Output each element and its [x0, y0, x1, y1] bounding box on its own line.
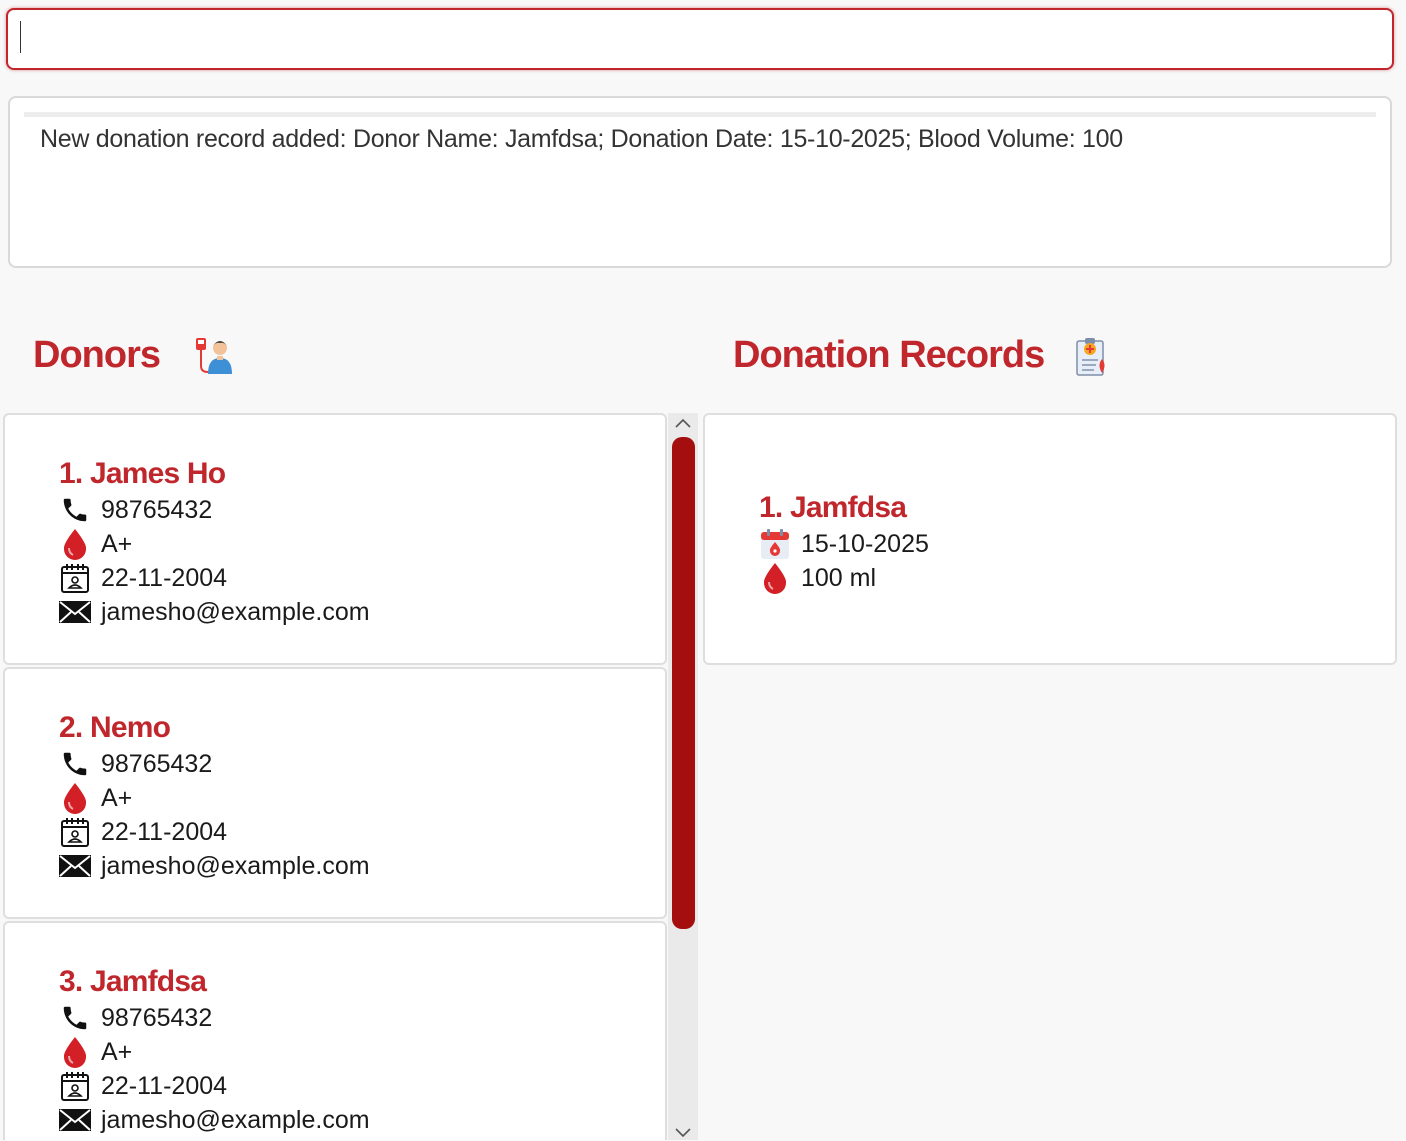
blood-type-text: A+: [101, 529, 133, 558]
blood-drop-icon: [59, 528, 91, 560]
donor-name: 3. Jamfdsa: [59, 965, 207, 998]
email-text: jamesho@example.com: [101, 1105, 370, 1134]
result-display: New donation record added: Donor Name: J…: [8, 96, 1392, 268]
command-input[interactable]: [6, 8, 1394, 70]
envelope-icon: [59, 1104, 91, 1136]
result-text-area[interactable]: New donation record added: Donor Name: J…: [24, 112, 1376, 250]
record-donor-name: 1. Jamfdsa: [759, 491, 907, 524]
blood-type-text: A+: [101, 783, 133, 812]
scroll-thumb[interactable]: [672, 437, 695, 929]
volume-text: 100 ml: [801, 563, 877, 592]
date-text: 15-10-2025: [801, 529, 929, 558]
calendar-person-icon: [59, 816, 91, 848]
result-message: New donation record added: Donor Name: J…: [40, 125, 1123, 153]
phone-text: 98765432: [101, 1003, 213, 1032]
blood-donor-icon: [194, 336, 236, 381]
blood-type-row: A+: [59, 781, 132, 815]
dob-text: 22-11-2004: [101, 1071, 228, 1100]
volume-row: 100 ml: [759, 561, 876, 595]
phone-icon: [59, 1002, 91, 1034]
donor-card[interactable]: 3. Jamfdsa 98765432 A+ 22-11-2004 jamesh…: [3, 921, 667, 1140]
text-caret: [20, 21, 21, 53]
email-row: jamesho@example.com: [59, 1103, 370, 1137]
donor-name: 1. James Ho: [59, 457, 226, 490]
blood-type-row: A+: [59, 527, 132, 561]
phone-icon: [59, 748, 91, 780]
scroll-down-icon[interactable]: [675, 1125, 691, 1141]
date-row: 15-10-2025: [759, 527, 929, 561]
blood-drop-icon: [59, 782, 91, 814]
envelope-icon: [59, 850, 91, 882]
records-title: Donation Records: [733, 334, 1045, 376]
email-row: jamesho@example.com: [59, 849, 370, 883]
phone-row: 98765432: [59, 1001, 212, 1035]
donor-card[interactable]: 2. Nemo 98765432 A+ 22-11-2004 jamesho@e…: [3, 667, 667, 919]
donor-name: 2. Nemo: [59, 711, 171, 744]
calendar-person-icon: [59, 1070, 91, 1102]
blood-drop-icon: [759, 562, 791, 594]
scroll-up-icon[interactable]: [675, 415, 691, 431]
calendar-blood-icon: [759, 528, 791, 560]
medical-record-icon: [1074, 335, 1110, 382]
phone-row: 98765432: [59, 747, 212, 781]
calendar-person-icon: [59, 562, 91, 594]
record-card[interactable]: 1. Jamfdsa 15-10-2025 100 ml: [703, 413, 1397, 665]
phone-text: 98765432: [101, 749, 213, 778]
dob-row: 22-11-2004: [59, 1069, 227, 1103]
phone-row: 98765432: [59, 493, 212, 527]
envelope-icon: [59, 596, 91, 628]
dob-row: 22-11-2004: [59, 815, 227, 849]
phone-icon: [59, 494, 91, 526]
donors-scrollbar[interactable]: [668, 413, 698, 1140]
dob-row: 22-11-2004: [59, 561, 227, 595]
blood-type-row: A+: [59, 1035, 132, 1069]
blood-type-text: A+: [101, 1037, 133, 1066]
donor-card[interactable]: 1. James Ho 98765432 A+ 22-11-2004 james…: [3, 413, 667, 665]
dob-text: 22-11-2004: [101, 563, 228, 592]
dob-text: 22-11-2004: [101, 817, 228, 846]
email-text: jamesho@example.com: [101, 597, 370, 626]
blood-drop-icon: [59, 1036, 91, 1068]
email-text: jamesho@example.com: [101, 851, 370, 880]
donors-title: Donors: [33, 334, 161, 376]
phone-text: 98765432: [101, 495, 213, 524]
email-row: jamesho@example.com: [59, 595, 370, 629]
